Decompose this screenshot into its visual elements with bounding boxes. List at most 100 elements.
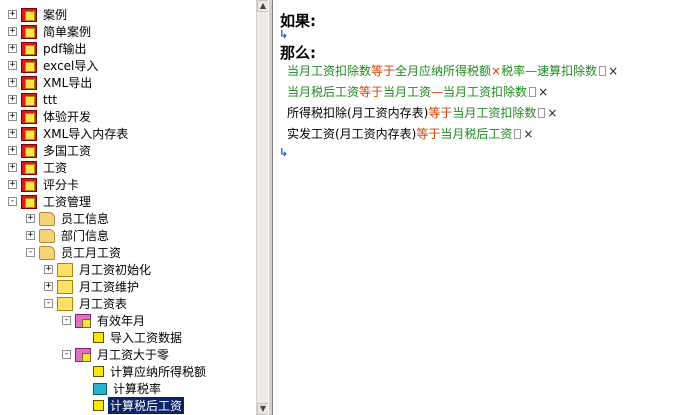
tree-item-label[interactable]: pdf输出 <box>41 40 88 57</box>
equals-operator[interactable]: 等于 <box>371 62 395 79</box>
tree-item-label[interactable]: 导入工资数据 <box>108 329 184 346</box>
tree-item[interactable]: + 案例 <box>8 6 69 23</box>
tree-item-label[interactable]: 计算税率 <box>111 380 163 397</box>
expand-icon[interactable]: + <box>8 61 17 70</box>
expand-icon[interactable]: + <box>8 44 17 53</box>
tree-item[interactable]: 导入工资数据 <box>80 329 184 346</box>
expand-icon[interactable]: + <box>8 27 17 36</box>
expand-icon[interactable]: + <box>8 129 17 138</box>
action-target[interactable]: 所得税扣除(月工资内存表) <box>287 104 428 121</box>
expand-icon[interactable]: + <box>26 231 35 240</box>
tree-item[interactable]: + XML导出 <box>8 74 94 91</box>
tree-item[interactable]: + 月工资初始化 <box>44 261 153 278</box>
action-operand[interactable]: 当月工资扣除数 <box>443 83 527 100</box>
tree-item[interactable]: + 评分卡 <box>8 176 81 193</box>
tree-item[interactable]: 计算税率 <box>80 380 163 397</box>
expand-icon[interactable]: + <box>8 95 17 104</box>
tree-item[interactable]: + pdf输出 <box>8 40 88 57</box>
delete-action-icon[interactable]: × <box>547 106 557 120</box>
add-action-icon[interactable]: ↳ <box>279 146 288 159</box>
tree-item-label[interactable]: 多国工资 <box>41 142 93 159</box>
action-row-1[interactable]: 当月工资扣除数 等于 全月应纳所得税额 × 税率 — 速算扣除数 × <box>287 62 618 79</box>
action-operand[interactable]: 全月应纳所得税额 <box>395 62 491 79</box>
tree-item-label[interactable]: 月工资表 <box>77 295 129 312</box>
action-row-2[interactable]: 当月税后工资 等于 当月工资 — 当月工资扣除数 × <box>287 83 548 100</box>
equals-operator[interactable]: 等于 <box>428 104 452 121</box>
tree-item-label[interactable]: 部门信息 <box>59 227 111 244</box>
tree-item-label[interactable]: 工资管理 <box>41 193 93 210</box>
expand-icon[interactable]: + <box>8 180 17 189</box>
append-box-icon[interactable] <box>538 107 546 118</box>
expand-icon[interactable]: + <box>8 78 17 87</box>
tree-item-label[interactable]: ttt <box>41 93 59 107</box>
tree-item[interactable]: + 部门信息 <box>26 227 111 244</box>
collapse-icon[interactable]: - <box>8 197 17 206</box>
multiply-operator[interactable]: × <box>491 64 501 78</box>
action-operand[interactable]: 当月工资扣除数 <box>452 104 536 121</box>
tree-item-label[interactable]: XML导入内存表 <box>41 125 130 142</box>
expand-icon[interactable]: + <box>26 214 35 223</box>
tree-item-label[interactable]: 月工资初始化 <box>77 261 153 278</box>
expand-icon[interactable]: + <box>8 10 17 19</box>
tree-item[interactable]: + 员工信息 <box>26 210 111 227</box>
tree-item-label[interactable]: 有效年月 <box>95 312 147 329</box>
tree-item[interactable]: - 月工资大于零 <box>62 346 171 363</box>
action-operand[interactable]: 速算扣除数 <box>537 62 597 79</box>
action-row-3[interactable]: 所得税扣除(月工资内存表) 等于 当月工资扣除数 × <box>287 104 557 121</box>
tree-item-label[interactable]: 员工月工资 <box>59 244 123 261</box>
tree-item[interactable]: + XML导入内存表 <box>8 125 130 142</box>
expand-icon[interactable]: + <box>8 146 17 155</box>
tree-item[interactable]: - 有效年月 <box>62 312 147 329</box>
tree-item[interactable]: - 工资管理 <box>8 193 93 210</box>
tree-item[interactable]: 计算税后工资 <box>80 397 185 414</box>
tree-item[interactable]: + ttt <box>8 91 59 108</box>
tree-item-label[interactable]: XML导出 <box>41 74 94 91</box>
collapse-icon[interactable]: - <box>62 350 71 359</box>
action-target[interactable]: 实发工资(月工资内存表) <box>287 125 416 142</box>
minus-operator[interactable]: — <box>525 64 537 78</box>
append-box-icon[interactable] <box>529 86 537 97</box>
action-operand[interactable]: 当月工资 <box>383 83 431 100</box>
tree-item-label[interactable]: 员工信息 <box>59 210 111 227</box>
tree-item-label[interactable]: 计算税后工资 <box>108 397 185 414</box>
collapse-icon[interactable]: - <box>44 299 53 308</box>
action-operand[interactable]: 税率 <box>501 62 525 79</box>
tree-item-label[interactable]: 体验开发 <box>41 108 93 125</box>
expand-icon[interactable]: + <box>8 163 17 172</box>
minus-operator[interactable]: — <box>431 85 443 99</box>
tree-item-label[interactable]: 计算应纳所得税额 <box>108 363 208 380</box>
tree-item[interactable]: + 多国工资 <box>8 142 93 159</box>
tree-item-label[interactable]: 月工资大于零 <box>95 346 171 363</box>
add-condition-icon[interactable]: ↳ <box>279 28 288 41</box>
tree-item-label[interactable]: 工资 <box>41 159 69 176</box>
action-row-4[interactable]: 实发工资(月工资内存表) 等于 当月税后工资 × <box>287 125 533 142</box>
equals-operator[interactable]: 等于 <box>416 125 440 142</box>
tree-item[interactable]: + 简单案例 <box>8 23 93 40</box>
delete-action-icon[interactable]: × <box>538 85 548 99</box>
tree-item[interactable]: + 工资 <box>8 159 69 176</box>
tree-item[interactable]: + 月工资维护 <box>44 278 141 295</box>
equals-operator[interactable]: 等于 <box>359 83 383 100</box>
delete-action-icon[interactable]: × <box>608 64 618 78</box>
action-target[interactable]: 当月税后工资 <box>287 83 359 100</box>
expand-icon[interactable]: + <box>8 112 17 121</box>
action-operand[interactable]: 当月税后工资 <box>440 125 512 142</box>
tree-item[interactable]: - 月工资表 <box>44 295 129 312</box>
expand-icon[interactable]: + <box>44 282 53 291</box>
expand-icon[interactable]: + <box>44 265 53 274</box>
append-box-icon[interactable] <box>599 65 607 76</box>
tree-item-label[interactable]: 案例 <box>41 6 69 23</box>
append-box-icon[interactable] <box>514 128 522 139</box>
tree-item[interactable]: 计算应纳所得税额 <box>80 363 208 380</box>
tree-item[interactable]: + excel导入 <box>8 57 100 74</box>
tree-item-label[interactable]: 月工资维护 <box>77 278 141 295</box>
collapse-icon[interactable]: - <box>26 248 35 257</box>
tree-item-label[interactable]: 简单案例 <box>41 23 93 40</box>
tree-item[interactable]: + 体验开发 <box>8 108 93 125</box>
collapse-icon[interactable]: - <box>62 316 71 325</box>
tree-item-label[interactable]: 评分卡 <box>41 176 81 193</box>
action-target[interactable]: 当月工资扣除数 <box>287 62 371 79</box>
delete-action-icon[interactable]: × <box>523 127 533 141</box>
tree-item-label[interactable]: excel导入 <box>41 57 100 74</box>
tree-item[interactable]: - 员工月工资 <box>26 244 123 261</box>
